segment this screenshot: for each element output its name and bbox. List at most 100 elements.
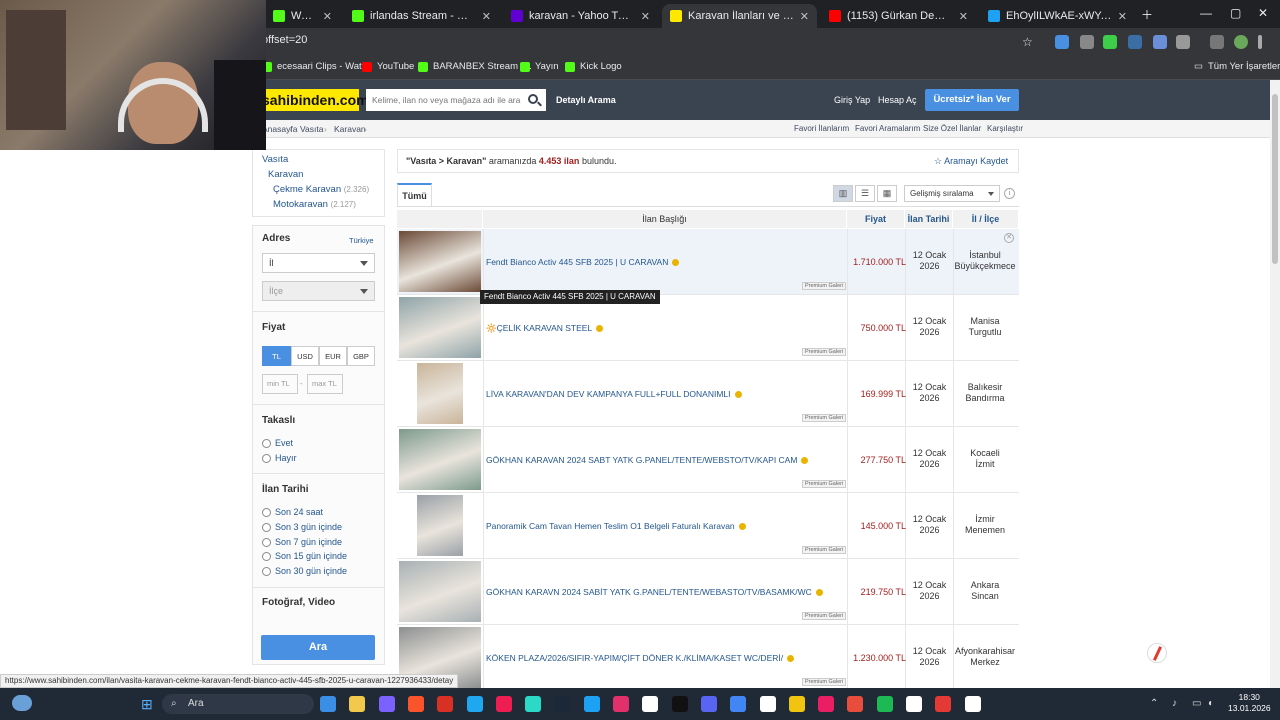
- page-scrollbar[interactable]: [1270, 80, 1280, 688]
- category-cekme-karavan[interactable]: Çekme Karavan (2.326): [273, 184, 369, 195]
- close-tab-icon[interactable]: ✕: [959, 10, 968, 23]
- compare-link[interactable]: Karşılaştır: [987, 124, 1023, 133]
- listing-title[interactable]: Fendt Bianco Activ 445 SFB 2025 | U CARA…: [486, 257, 680, 267]
- taskbar-app-icon[interactable]: [554, 696, 571, 712]
- puzzle-icon[interactable]: [1176, 35, 1190, 49]
- country-link[interactable]: Türkiye: [349, 236, 374, 245]
- list-view-icon[interactable]: ☰: [855, 185, 875, 202]
- taskbar-app-icon[interactable]: [847, 696, 864, 712]
- currency-gbp[interactable]: GBP: [347, 346, 375, 366]
- taskbar-app-icon[interactable]: [583, 696, 600, 712]
- extension-icon[interactable]: [1153, 35, 1167, 49]
- taskbar-app-icon[interactable]: [525, 696, 542, 712]
- listing-row[interactable]: Fendt Bianco Activ 445 SFB 2025 | U CARA…: [397, 229, 1019, 295]
- taskbar-search[interactable]: ⌕ Ara: [162, 694, 314, 714]
- new-tab-icon[interactable]: ＋: [1141, 6, 1153, 23]
- extension-icon[interactable]: [1103, 35, 1117, 49]
- taskbar-app-icon[interactable]: [495, 696, 512, 712]
- max-price-input[interactable]: max TL: [307, 374, 343, 394]
- extension-icon[interactable]: [1055, 35, 1069, 49]
- favorite-searches-link[interactable]: Favori Aramalarım: [855, 124, 920, 133]
- favorite-ads-link[interactable]: Favori İlanlarım: [794, 124, 849, 133]
- close-tab-icon[interactable]: ✕: [641, 10, 650, 23]
- taskbar-app-icon[interactable]: [788, 696, 805, 712]
- post-ad-button[interactable]: Ücretsiz* İlan Ver: [925, 89, 1019, 111]
- display-icon[interactable]: ▭: [1192, 698, 1201, 709]
- tray-chevron-icon[interactable]: ⌃: [1150, 698, 1158, 709]
- menu-icon[interactable]: [1210, 35, 1224, 49]
- listing-title[interactable]: KÖKEN PLAZA/2026/SIFIR-YAPIM/ÇİFT DÖNER …: [486, 653, 795, 663]
- currency-tl[interactable]: TL: [262, 346, 291, 366]
- listing-title[interactable]: GÖKHAN KARAVN 2024 SABİT YATK G.PANEL/TE…: [486, 587, 823, 597]
- bookmark-item[interactable]: BARANBEX Stream -...: [418, 61, 532, 72]
- site-logo[interactable]: sahibinden.com: [262, 89, 369, 111]
- taskbar-app-icon[interactable]: [935, 696, 952, 712]
- currency-eur[interactable]: EUR: [319, 346, 347, 366]
- listing-row[interactable]: Panoramik Cam Tavan Hemen Teslim O1 Belg…: [397, 493, 1019, 559]
- info-icon[interactable]: i: [1004, 188, 1015, 199]
- date-15d-radio[interactable]: Son 15 gün içinde: [262, 551, 347, 561]
- save-search-link[interactable]: ☆ Aramayı Kaydet: [934, 156, 1008, 167]
- browser-tab[interactable]: karavan - Yahoo Turkey Arama✕: [503, 4, 658, 28]
- browser-tab[interactable]: Watch Live o✕: [265, 4, 340, 28]
- taskbar-app-icon[interactable]: [730, 696, 747, 712]
- close-tab-icon[interactable]: ✕: [800, 10, 809, 23]
- bookmark-item[interactable]: YouTube: [362, 61, 414, 72]
- start-icon[interactable]: ⊞: [141, 696, 153, 713]
- listing-thumbnail[interactable]: [399, 231, 481, 292]
- bookmark-item[interactable]: Kick Logo: [565, 61, 622, 72]
- listing-thumbnail[interactable]: [417, 495, 463, 556]
- grid-view-icon[interactable]: ▦: [877, 185, 897, 202]
- browser-tab[interactable]: irlandas Stream - Watch Live on✕: [344, 4, 499, 28]
- close-icon[interactable]: ✕: [1004, 233, 1014, 243]
- category-karavan[interactable]: Karavan: [268, 169, 303, 180]
- all-bookmarks-folder[interactable]: ▭ Tüm Yer İşaretleri: [1194, 61, 1280, 72]
- taskbar-app-icon[interactable]: [466, 696, 483, 712]
- bookmark-star-icon[interactable]: ☆: [1022, 35, 1033, 49]
- login-link[interactable]: Giriş Yap: [834, 95, 870, 105]
- close-window-icon[interactable]: ✕: [1258, 6, 1268, 20]
- swap-yes-radio[interactable]: Evet: [262, 438, 293, 448]
- taskbar-app-icon[interactable]: [964, 696, 981, 712]
- search-icon[interactable]: [528, 94, 538, 104]
- min-price-input[interactable]: min TL: [262, 374, 298, 394]
- listing-title[interactable]: Panoramik Cam Tavan Hemen Teslim O1 Belg…: [486, 521, 746, 531]
- listing-thumbnail[interactable]: [399, 297, 481, 358]
- browser-tab[interactable]: EhOylILWkAE-xWY.jpg (540×5✕: [980, 4, 1135, 28]
- taskbar-app-icon[interactable]: [378, 696, 395, 712]
- taskbar-app-icon[interactable]: [876, 696, 893, 712]
- taskbar-app-icon[interactable]: [818, 696, 835, 712]
- search-input[interactable]: [366, 89, 546, 111]
- listing-row[interactable]: 🔆ÇELİK KARAVAN STEEL Premium Galeri 750.00…: [397, 295, 1019, 361]
- volume-icon[interactable]: ◐: [1208, 698, 1214, 709]
- date-3d-radio[interactable]: Son 3 gün içinde: [262, 522, 342, 532]
- category-vasita[interactable]: Vasıta: [262, 154, 288, 165]
- table-view-icon[interactable]: ▥: [833, 185, 853, 202]
- taskbar-app-icon[interactable]: [437, 696, 454, 712]
- date-30d-radio[interactable]: Son 30 gün içinde: [262, 566, 347, 576]
- kebab-menu-icon[interactable]: [1258, 35, 1262, 49]
- bookmark-item[interactable]: ecesaari Clips - Wat...: [262, 61, 370, 72]
- search-submit-button[interactable]: Ara: [261, 635, 375, 660]
- mic-icon[interactable]: ♪: [1172, 698, 1177, 709]
- weather-icon[interactable]: [12, 695, 32, 711]
- date-24h-radio[interactable]: Son 24 saat: [262, 507, 323, 517]
- taskbar-app-icon[interactable]: [671, 696, 688, 712]
- close-tab-icon[interactable]: ✕: [323, 10, 332, 23]
- listing-thumbnail[interactable]: [399, 561, 481, 622]
- listing-row[interactable]: GÖKHAN KARAVN 2024 SABİT YATK G.PANEL/TE…: [397, 559, 1019, 625]
- minimize-icon[interactable]: —: [1200, 6, 1212, 20]
- currency-usd[interactable]: USD: [291, 346, 319, 366]
- listing-title[interactable]: 🔆ÇELİK KARAVAN STEEL: [486, 323, 604, 334]
- listing-row[interactable]: GÖKHAN KARAVAN 2024 SABT YATK G.PANEL/TE…: [397, 427, 1019, 493]
- clock[interactable]: 18:30 13.01.2026: [1228, 692, 1271, 714]
- taskbar-app-icon[interactable]: [700, 696, 717, 712]
- maximize-icon[interactable]: ▢: [1230, 6, 1241, 20]
- listing-title[interactable]: GÖKHAN KARAVAN 2024 SABT YATK G.PANEL/TE…: [486, 455, 809, 465]
- browser-tab[interactable]: (1153) Gürkan Demirez - Ba✕: [821, 4, 976, 28]
- close-tab-icon[interactable]: ✕: [482, 10, 491, 23]
- breadcrumb-item[interactable]: Karavan: [334, 124, 366, 134]
- breadcrumb-item[interactable]: Vasıta: [300, 124, 323, 134]
- col-price[interactable]: Fiyat: [847, 210, 905, 228]
- col-location[interactable]: İl / İlçe: [953, 210, 1019, 228]
